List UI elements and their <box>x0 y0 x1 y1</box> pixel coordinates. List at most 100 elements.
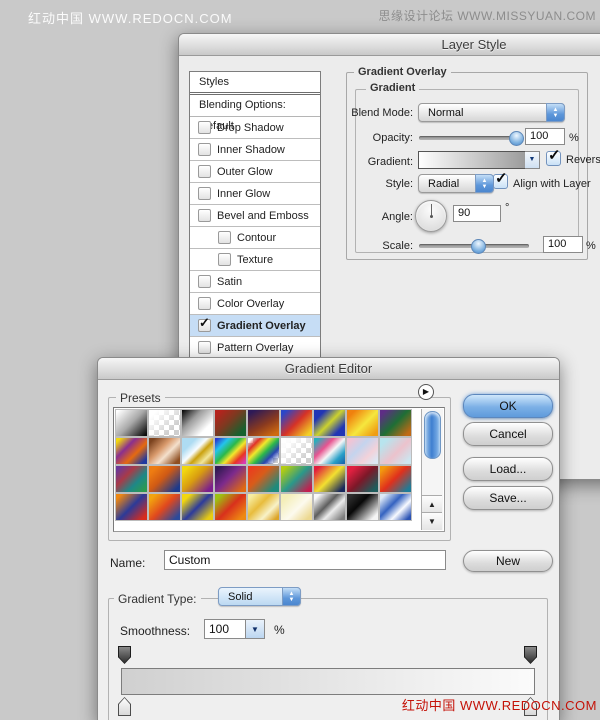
presets-viewport: ▲ ▼ <box>113 407 445 532</box>
gradient-editor-dialog: Gradient Editor Presets ▶ ▲ ▼ OK Cancel … <box>97 357 560 720</box>
opacity-value-field[interactable]: 100 <box>525 128 565 145</box>
style-item[interactable]: Gradient Overlay <box>190 315 320 337</box>
preset-swatch[interactable] <box>313 437 346 465</box>
style-item-label: Bevel and Emboss <box>217 210 309 222</box>
preset-swatch[interactable] <box>379 437 412 465</box>
scroll-up-icon[interactable]: ▲ <box>422 495 442 513</box>
presets-menu-icon[interactable]: ▶ <box>418 384 434 400</box>
smoothness-dropdown-icon[interactable]: ▼ <box>245 619 265 639</box>
preset-swatch[interactable] <box>379 409 412 437</box>
preset-swatch[interactable] <box>214 437 247 465</box>
opacity-unit: % <box>569 132 579 144</box>
opacity-slider-thumb[interactable] <box>509 131 524 146</box>
stepper-icon: ▲▼ <box>475 174 494 193</box>
preset-swatch[interactable] <box>247 437 280 465</box>
preset-swatch[interactable] <box>148 437 181 465</box>
style-item-checkbox[interactable] <box>218 231 231 244</box>
preset-swatch[interactable] <box>280 465 313 493</box>
preset-swatch[interactable] <box>379 493 412 521</box>
load-button[interactable]: Load... <box>463 457 553 481</box>
preset-swatch[interactable] <box>214 409 247 437</box>
preset-swatch[interactable] <box>379 465 412 493</box>
style-item[interactable]: Outer Glow <box>190 161 320 183</box>
gradient-editor-titlebar[interactable]: Gradient Editor <box>98 358 559 380</box>
style-item-checkbox[interactable] <box>198 319 211 332</box>
style-item-checkbox[interactable] <box>198 341 211 354</box>
gradient-bar[interactable] <box>121 668 535 695</box>
style-select[interactable]: Radial ▲▼ <box>418 174 494 193</box>
gradient-dropdown-icon[interactable]: ▼ <box>525 151 540 169</box>
style-item[interactable]: Inner Glow <box>190 183 320 205</box>
gradient-type-value: Solid <box>228 591 252 603</box>
style-item-checkbox[interactable] <box>198 121 211 134</box>
presets-scrollbar[interactable]: ▲ ▼ <box>421 409 443 530</box>
style-item-checkbox[interactable] <box>198 187 211 200</box>
preset-swatch[interactable] <box>346 465 379 493</box>
preset-swatch[interactable] <box>181 465 214 493</box>
gradient-type-select[interactable]: Solid ▲▼ <box>218 587 301 606</box>
style-item[interactable]: Bevel and Emboss <box>190 205 320 227</box>
stepper-icon: ▲▼ <box>546 103 565 122</box>
preset-swatch[interactable] <box>247 465 280 493</box>
preset-swatch[interactable] <box>280 493 313 521</box>
preset-swatch[interactable] <box>346 409 379 437</box>
preset-swatch[interactable] <box>181 493 214 521</box>
angle-dial[interactable] <box>415 200 447 232</box>
preset-swatch[interactable] <box>115 465 148 493</box>
scroll-down-icon[interactable]: ▼ <box>422 512 442 530</box>
scrollbar-thumb[interactable] <box>424 411 441 459</box>
preset-swatch[interactable] <box>148 409 181 437</box>
style-item-checkbox[interactable] <box>198 297 211 310</box>
gradient-type-label: Gradient Type: <box>114 592 201 606</box>
preset-swatch[interactable] <box>214 493 247 521</box>
new-button[interactable]: New <box>463 550 553 572</box>
angle-value-field[interactable]: 90 <box>453 205 501 222</box>
preset-swatch[interactable] <box>313 409 346 437</box>
preset-grid <box>115 409 421 521</box>
style-item[interactable]: Contour <box>190 227 320 249</box>
style-item[interactable]: Color Overlay <box>190 293 320 315</box>
style-item[interactable]: Pattern Overlay <box>190 337 320 359</box>
preset-swatch[interactable] <box>115 493 148 521</box>
opacity-slider[interactable] <box>419 136 519 140</box>
scale-slider-thumb[interactable] <box>471 239 486 254</box>
preset-swatch[interactable] <box>247 409 280 437</box>
style-item-checkbox[interactable] <box>218 253 231 266</box>
gradient-preview[interactable] <box>418 151 526 169</box>
preset-swatch[interactable] <box>148 465 181 493</box>
preset-swatch[interactable] <box>181 437 214 465</box>
preset-swatch[interactable] <box>214 465 247 493</box>
style-item-checkbox[interactable] <box>198 275 211 288</box>
preset-swatch[interactable] <box>181 409 214 437</box>
preset-swatch[interactable] <box>247 493 280 521</box>
preset-swatch[interactable] <box>280 409 313 437</box>
style-item-checkbox[interactable] <box>198 165 211 178</box>
reverse-checkbox[interactable] <box>546 151 561 166</box>
style-item-checkbox[interactable] <box>198 143 211 156</box>
name-input[interactable] <box>164 550 446 570</box>
style-item[interactable]: Satin <box>190 271 320 293</box>
preset-swatch[interactable] <box>115 409 148 437</box>
save-button[interactable]: Save... <box>463 486 553 510</box>
style-item[interactable]: Inner Shadow <box>190 139 320 161</box>
scale-slider[interactable] <box>419 244 529 248</box>
preset-swatch[interactable] <box>280 437 313 465</box>
preset-swatch[interactable] <box>313 493 346 521</box>
blending-options-item[interactable]: Blending Options: Default <box>190 95 320 117</box>
scale-value-field[interactable]: 100 <box>543 236 583 253</box>
preset-swatch[interactable] <box>115 437 148 465</box>
smoothness-field[interactable]: 100 <box>204 619 250 639</box>
layer-style-titlebar[interactable]: Layer Style <box>179 34 600 56</box>
ok-button[interactable]: OK <box>463 394 553 418</box>
style-item-checkbox[interactable] <box>198 209 211 222</box>
preset-swatch[interactable] <box>346 437 379 465</box>
style-item[interactable]: Texture <box>190 249 320 271</box>
cancel-button[interactable]: Cancel <box>463 422 553 446</box>
preset-swatch[interactable] <box>313 465 346 493</box>
align-with-layer-checkbox[interactable] <box>493 174 508 189</box>
preset-swatch[interactable] <box>346 493 379 521</box>
preset-swatch[interactable] <box>148 493 181 521</box>
blend-mode-select[interactable]: Normal ▲▼ <box>418 103 565 122</box>
presets-legend: Presets <box>116 391 165 405</box>
scale-label: Scale: <box>333 240 413 252</box>
